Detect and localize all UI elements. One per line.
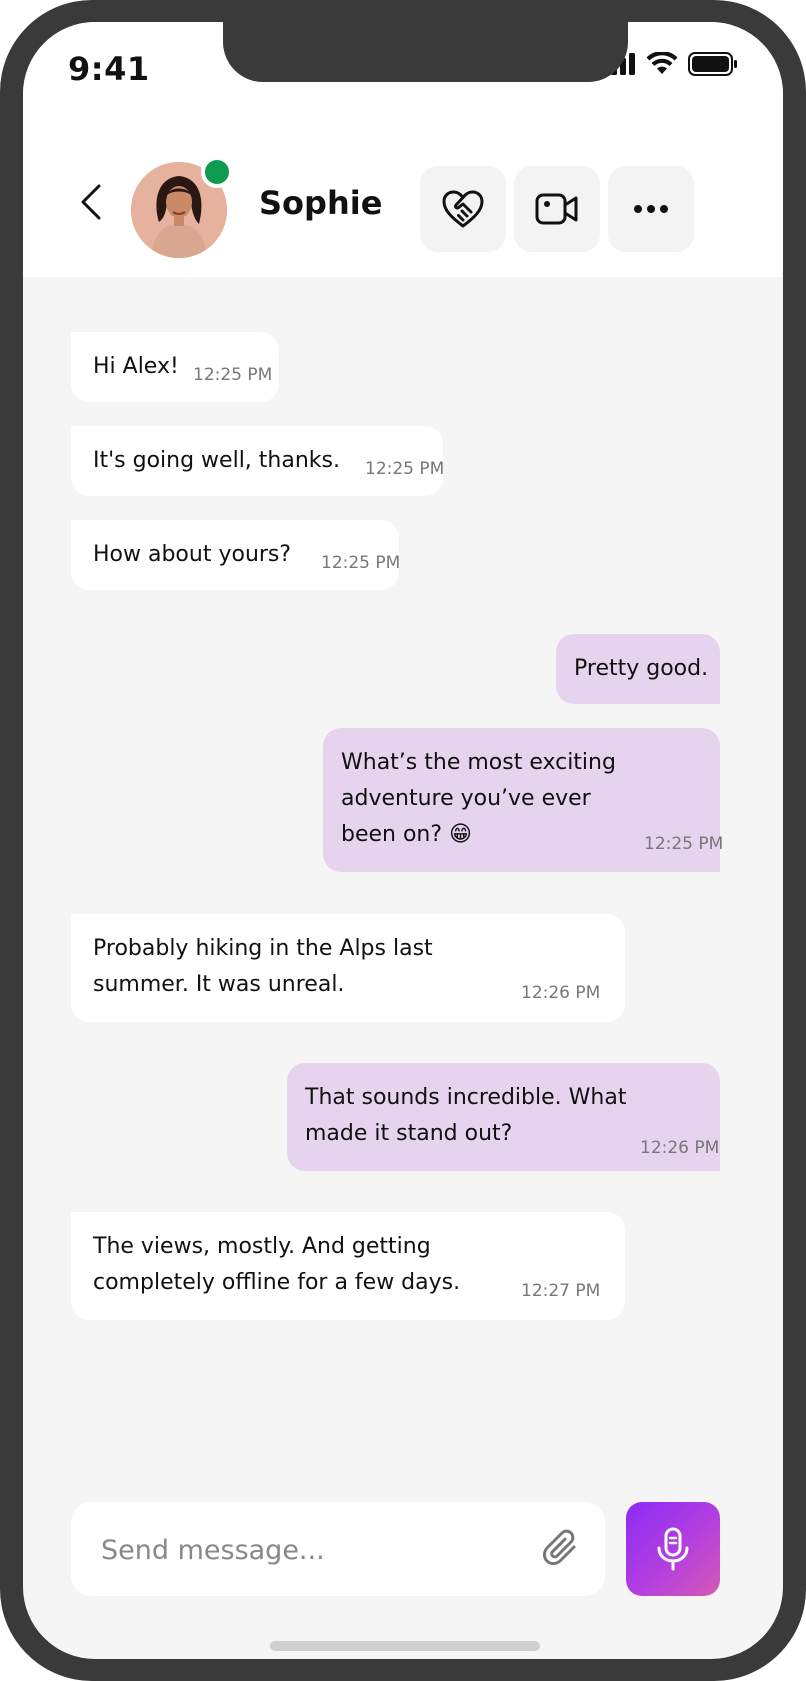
voice-record-button[interactable] xyxy=(626,1502,720,1596)
online-status-dot xyxy=(201,156,233,188)
status-time: 9:41 xyxy=(68,50,150,88)
message-outgoing[interactable]: That sounds incredible. What made it sta… xyxy=(287,1063,720,1171)
message-incoming[interactable]: Probably hiking in the Alps last summer.… xyxy=(71,914,625,1022)
message-incoming[interactable]: Hi Alex! 12:25 PM xyxy=(71,332,279,402)
back-button[interactable] xyxy=(71,182,111,222)
avatar-wrap[interactable] xyxy=(131,156,233,258)
message-input[interactable] xyxy=(99,1524,513,1576)
message-text: It's going well, thanks. xyxy=(93,448,340,473)
message-outgoing[interactable]: Pretty good. xyxy=(556,634,720,704)
chat-header: Sophie xyxy=(23,132,783,277)
message-time: 12:26 PM xyxy=(640,1138,720,1158)
message-incoming[interactable]: It's going well, thanks. 12:25 PM xyxy=(71,426,445,496)
message-outgoing[interactable]: What’s the most exciting adventure you’v… xyxy=(323,728,724,872)
paperclip-icon xyxy=(542,1529,576,1566)
contact-name: Sophie xyxy=(259,184,383,222)
notch xyxy=(223,22,628,82)
message-text: Probably hiking in the Alps last summer.… xyxy=(93,936,433,997)
message-time: 12:27 PM xyxy=(521,1281,601,1301)
home-indicator[interactable] xyxy=(270,1641,540,1651)
message-time: 12:25 PM xyxy=(193,365,273,385)
message-text: Hi Alex! xyxy=(93,354,179,379)
message-text: That sounds incredible. What made it sta… xyxy=(305,1085,627,1146)
microphone-icon xyxy=(657,1527,689,1571)
more-horizontal-icon xyxy=(634,205,668,213)
message-text: Pretty good. xyxy=(574,656,709,681)
wifi-icon xyxy=(646,52,678,74)
message-incoming[interactable]: The views, mostly. And getting completel… xyxy=(71,1212,625,1320)
message-time: 12:25 PM xyxy=(321,553,401,573)
message-text: How about yours? xyxy=(93,542,292,567)
chat-thread: Hi Alex! 12:25 PM It's going well, thank… xyxy=(23,277,783,1457)
battery-icon xyxy=(688,52,737,76)
phone-frame: 9:41 Sophie Hi Alex! 12:25 PM It's going… xyxy=(0,0,806,1681)
message-text: The views, mostly. And getting completel… xyxy=(93,1234,461,1295)
heart-handshake-icon xyxy=(442,190,484,228)
video-call-button[interactable] xyxy=(514,166,600,252)
attach-button[interactable] xyxy=(541,1528,583,1570)
message-time: 12:26 PM xyxy=(521,983,601,1003)
favorite-button[interactable] xyxy=(420,166,506,252)
message-incoming[interactable]: How about yours? 12:25 PM xyxy=(71,520,401,590)
more-options-button[interactable] xyxy=(608,166,694,252)
message-text: What’s the most exciting adventure you’v… xyxy=(341,750,616,847)
message-time: 12:25 PM xyxy=(644,834,724,854)
chevron-left-icon xyxy=(81,184,101,220)
message-composer xyxy=(71,1502,605,1596)
video-camera-icon xyxy=(535,193,578,225)
message-time: 12:25 PM xyxy=(365,459,445,479)
screen: 9:41 Sophie Hi Alex! 12:25 PM It's going… xyxy=(23,22,783,1659)
